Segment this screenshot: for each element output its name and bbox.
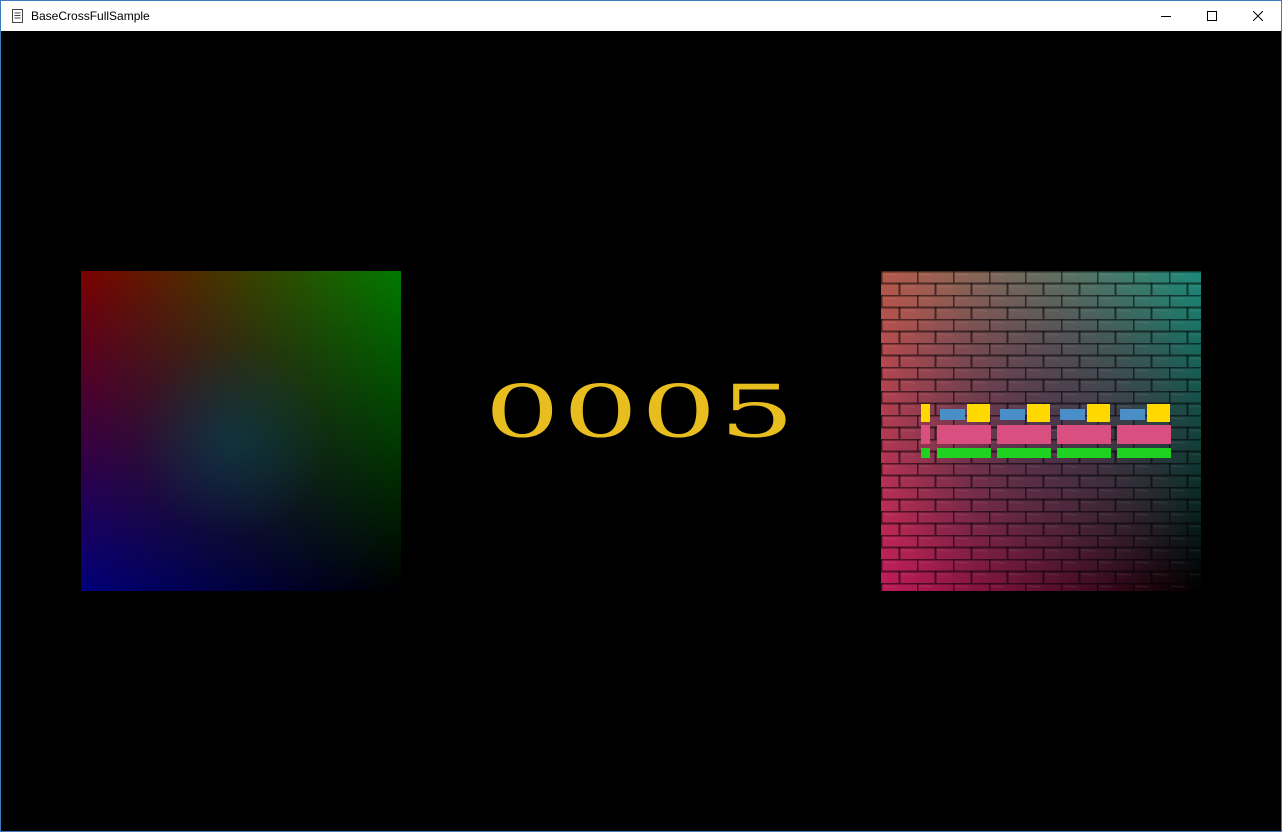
close-icon xyxy=(1253,11,1263,21)
colored-bar-pattern xyxy=(921,404,1171,458)
pink-bar xyxy=(1117,425,1171,444)
pink-bar xyxy=(1057,425,1111,444)
blue-block xyxy=(1120,409,1145,420)
document-icon xyxy=(12,9,23,23)
blue-block xyxy=(1000,409,1025,420)
maximize-icon xyxy=(1207,11,1217,21)
green-bar xyxy=(1057,448,1111,458)
yellow-block xyxy=(1147,404,1170,422)
title-bar[interactable]: BaseCrossFullSample xyxy=(1,1,1281,31)
close-button[interactable] xyxy=(1235,1,1281,31)
minimize-button[interactable] xyxy=(1143,1,1189,31)
yellow-block xyxy=(921,404,930,422)
score-display: 0005 xyxy=(484,370,798,454)
yellow-block xyxy=(1027,404,1050,422)
brick-texture-square xyxy=(881,271,1201,591)
window-title: BaseCrossFullSample xyxy=(31,9,150,23)
green-bar xyxy=(937,448,991,458)
pink-block xyxy=(921,425,930,444)
blue-block xyxy=(1060,409,1085,420)
maximize-button[interactable] xyxy=(1189,1,1235,31)
yellow-block xyxy=(1087,404,1110,422)
pink-bar xyxy=(997,425,1051,444)
minimize-icon xyxy=(1161,16,1171,17)
gradient-square xyxy=(81,271,401,591)
app-window: BaseCrossFullSample 0005 xyxy=(0,0,1282,832)
blue-block xyxy=(940,409,965,420)
game-viewport[interactable]: 0005 xyxy=(1,31,1281,831)
green-bar xyxy=(1117,448,1171,458)
pink-bar xyxy=(937,425,991,444)
green-block xyxy=(921,448,930,458)
yellow-block xyxy=(967,404,990,422)
green-bar xyxy=(997,448,1051,458)
